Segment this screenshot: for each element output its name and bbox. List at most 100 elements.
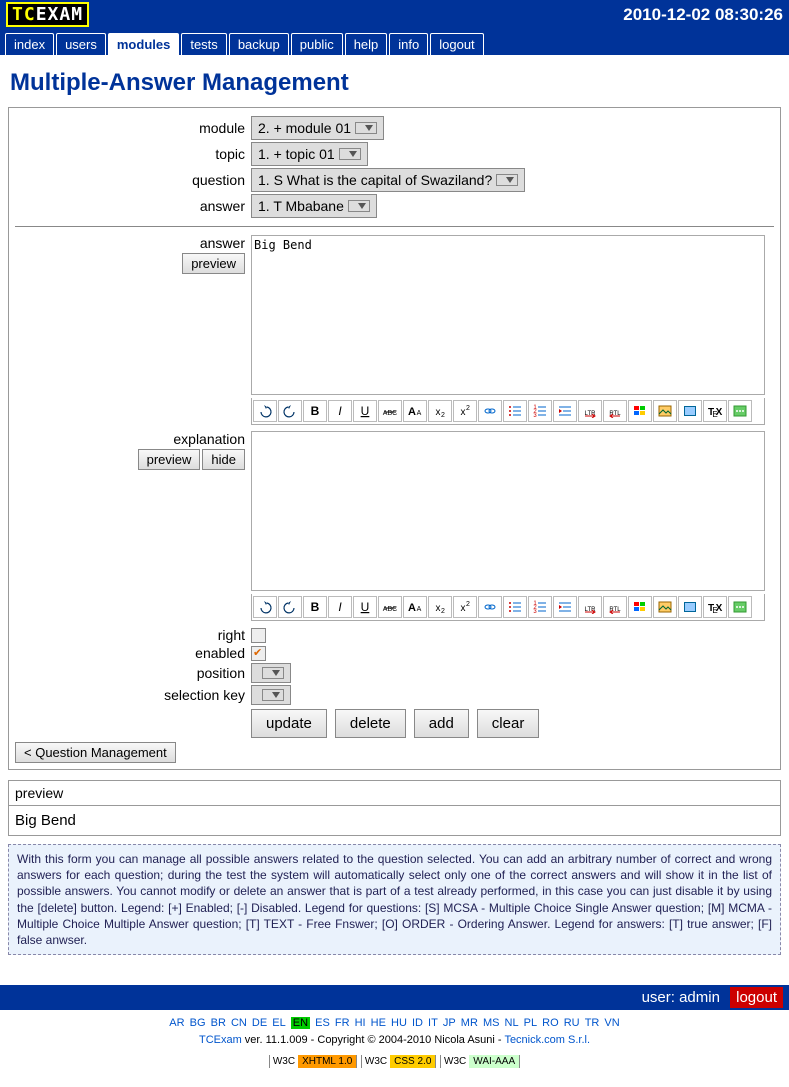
- tecnick-link[interactable]: Tecnick.com S.r.l.: [504, 1034, 590, 1046]
- italic-icon[interactable]: I: [328, 596, 352, 618]
- italic-icon[interactable]: I: [328, 400, 352, 422]
- lang-HI[interactable]: HI: [355, 1017, 366, 1029]
- lang-FR[interactable]: FR: [335, 1017, 350, 1029]
- indent-icon[interactable]: [553, 596, 577, 618]
- undo-icon[interactable]: [253, 400, 277, 422]
- tex-icon[interactable]: TEX: [703, 596, 727, 618]
- answer-textarea[interactable]: [251, 235, 765, 395]
- indent-icon[interactable]: [553, 400, 577, 422]
- nav-backup[interactable]: backup: [229, 33, 289, 55]
- explanation-hide-button[interactable]: hide: [202, 449, 245, 470]
- link-icon[interactable]: [478, 400, 502, 422]
- image-icon[interactable]: [653, 400, 677, 422]
- lang-ES[interactable]: ES: [315, 1017, 330, 1029]
- nav-tests[interactable]: tests: [181, 33, 226, 55]
- lang-EL[interactable]: EL: [272, 1017, 285, 1029]
- object-icon[interactable]: [678, 400, 702, 422]
- lang-AR[interactable]: AR: [169, 1017, 184, 1029]
- more-icon[interactable]: [728, 596, 752, 618]
- lang-TR[interactable]: TR: [585, 1017, 600, 1029]
- lang-JP[interactable]: JP: [443, 1017, 456, 1029]
- lang-BG[interactable]: BG: [190, 1017, 206, 1029]
- badge-XHTML1.0[interactable]: W3CXHTML 1.0: [269, 1055, 357, 1068]
- link-icon[interactable]: [478, 596, 502, 618]
- back-button[interactable]: < Question Management: [15, 742, 176, 763]
- badge-WAI-AAA[interactable]: W3CWAI-AAA: [440, 1055, 520, 1068]
- image-icon[interactable]: [653, 596, 677, 618]
- bold-icon[interactable]: B: [303, 400, 327, 422]
- logout-button[interactable]: logout: [730, 987, 783, 1008]
- lang-CN[interactable]: CN: [231, 1017, 247, 1029]
- lang-BR[interactable]: BR: [211, 1017, 226, 1029]
- redo-icon[interactable]: [278, 596, 302, 618]
- question-select[interactable]: 1. S What is the capital of Swaziland?: [251, 168, 525, 192]
- add-button[interactable]: add: [414, 709, 469, 738]
- nav-modules[interactable]: modules: [108, 33, 179, 55]
- lang-MS[interactable]: MS: [483, 1017, 500, 1029]
- update-button[interactable]: update: [251, 709, 327, 738]
- position-select[interactable]: [251, 663, 291, 683]
- ul-icon[interactable]: [503, 596, 527, 618]
- bold-icon[interactable]: B: [303, 596, 327, 618]
- color-icon[interactable]: [628, 596, 652, 618]
- svg-text:3: 3: [533, 413, 537, 418]
- nav-info[interactable]: info: [389, 33, 428, 55]
- rtl-icon[interactable]: RTL: [603, 400, 627, 422]
- lang-MR[interactable]: MR: [461, 1017, 478, 1029]
- ol-icon[interactable]: 123: [528, 596, 552, 618]
- lang-EN[interactable]: EN: [291, 1017, 310, 1029]
- topic-select[interactable]: 1. + topic 01: [251, 142, 368, 166]
- strike-icon[interactable]: ABC: [378, 596, 402, 618]
- sub-icon[interactable]: x2: [428, 596, 452, 618]
- strike-icon[interactable]: ABC: [378, 400, 402, 422]
- object-icon[interactable]: [678, 596, 702, 618]
- font-icon[interactable]: AA: [403, 400, 427, 422]
- lang-IT[interactable]: IT: [428, 1017, 438, 1029]
- ul-icon[interactable]: [503, 400, 527, 422]
- tex-icon[interactable]: TEX: [703, 400, 727, 422]
- right-checkbox[interactable]: [251, 628, 266, 643]
- ltr-icon[interactable]: LTR: [578, 400, 602, 422]
- ol-icon[interactable]: 123: [528, 400, 552, 422]
- delete-button[interactable]: delete: [335, 709, 406, 738]
- explanation-preview-button[interactable]: preview: [138, 449, 201, 470]
- nav-index[interactable]: index: [5, 33, 54, 55]
- selection-key-select[interactable]: [251, 685, 291, 705]
- nav-users[interactable]: users: [56, 33, 106, 55]
- font-icon[interactable]: AA: [403, 596, 427, 618]
- color-icon[interactable]: [628, 400, 652, 422]
- nav: indexusersmodulestestsbackuppublichelpin…: [0, 29, 789, 55]
- ltr-icon[interactable]: LTR: [578, 596, 602, 618]
- svg-text:2: 2: [466, 601, 470, 608]
- sup-icon[interactable]: x2: [453, 400, 477, 422]
- more-icon[interactable]: [728, 400, 752, 422]
- nav-help[interactable]: help: [345, 33, 388, 55]
- lang-PL[interactable]: PL: [524, 1017, 537, 1029]
- lang-HE[interactable]: HE: [371, 1017, 386, 1029]
- lang-HU[interactable]: HU: [391, 1017, 407, 1029]
- lang-RU[interactable]: RU: [564, 1017, 580, 1029]
- undo-icon[interactable]: [253, 596, 277, 618]
- sup-icon[interactable]: x2: [453, 596, 477, 618]
- sub-icon[interactable]: x2: [428, 400, 452, 422]
- answer-select[interactable]: 1. T Mbabane: [251, 194, 377, 218]
- lang-NL[interactable]: NL: [505, 1017, 519, 1029]
- badge-CSS2.0[interactable]: W3CCSS 2.0: [361, 1055, 436, 1068]
- lang-VN[interactable]: VN: [604, 1017, 619, 1029]
- module-select[interactable]: 2. + module 01: [251, 116, 384, 140]
- lang-DE[interactable]: DE: [252, 1017, 267, 1029]
- underline-icon[interactable]: U: [353, 400, 377, 422]
- nav-public[interactable]: public: [291, 33, 343, 55]
- explanation-textarea[interactable]: [251, 431, 765, 591]
- underline-icon[interactable]: U: [353, 596, 377, 618]
- explanation-label: explanation: [15, 431, 245, 447]
- lang-RO[interactable]: RO: [542, 1017, 559, 1029]
- app-link[interactable]: TCExam: [199, 1034, 242, 1046]
- rtl-icon[interactable]: RTL: [603, 596, 627, 618]
- answer-preview-button[interactable]: preview: [182, 253, 245, 274]
- nav-logout[interactable]: logout: [430, 33, 483, 55]
- clear-button[interactable]: clear: [477, 709, 540, 738]
- redo-icon[interactable]: [278, 400, 302, 422]
- enabled-checkbox[interactable]: [251, 646, 266, 661]
- lang-ID[interactable]: ID: [412, 1017, 423, 1029]
